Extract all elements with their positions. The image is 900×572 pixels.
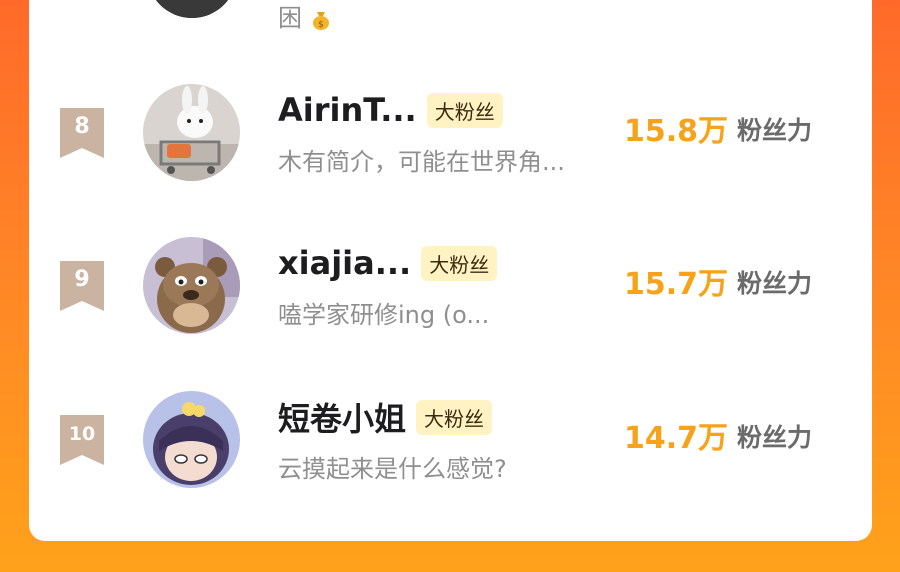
fan-level-tag: 大粉丝 xyxy=(421,245,498,281)
avatar[interactable] xyxy=(143,237,240,334)
name-line: AirinT... 大粉丝 xyxy=(278,90,503,130)
fan-level-tag: 大粉丝 xyxy=(416,399,493,435)
dark-avatar-icon xyxy=(147,0,237,18)
rank-number: 9 xyxy=(74,267,90,292)
rank-badge: 10 xyxy=(60,415,104,465)
ranking-row-8[interactable]: 8 AirinT... 大粉丝 木有简介，可能在世界角... 15.8万 粉丝力 xyxy=(29,78,872,188)
user-bio: 木有简介，可能在世界角... xyxy=(278,148,565,176)
previous-bio: 困 $ xyxy=(278,0,332,33)
user-bio: 云摸起来是什么感觉? xyxy=(278,455,507,483)
rank-number: 8 xyxy=(74,114,90,139)
user-name[interactable]: xiajia... xyxy=(278,244,411,282)
name-line: 短卷小姐 大粉丝 xyxy=(278,394,493,440)
user-bio: 嗑学家研修ing (o... xyxy=(278,301,490,329)
name-line: xiajia... 大粉丝 xyxy=(278,243,498,283)
fan-ranking-card: 困 $ 8 AirinT... 大粉丝 木有简介，可能在世界角... 15.8万… xyxy=(29,0,872,541)
money-bag-emoji-icon: $ xyxy=(310,8,332,30)
fan-count: 15.7万 xyxy=(624,267,729,302)
anime-girl-avatar-icon xyxy=(143,391,240,488)
fan-count-label: 粉丝力 xyxy=(737,269,813,298)
avatar-previous[interactable] xyxy=(147,0,237,18)
rank-badge: 8 xyxy=(60,108,104,158)
fan-count-label: 粉丝力 xyxy=(737,423,813,452)
rank-number: 10 xyxy=(68,423,96,445)
user-name[interactable]: AirinT... xyxy=(278,91,417,129)
fan-level-tag: 大粉丝 xyxy=(426,92,503,128)
cartoon-bear-avatar-icon xyxy=(143,237,240,334)
avatar[interactable] xyxy=(143,84,240,181)
svg-text:$: $ xyxy=(318,20,324,30)
ranking-row-10[interactable]: 10 短卷小姐 大粉丝 云摸起来是什么感觉? 14.7万 粉丝力 xyxy=(29,385,872,495)
fan-count-label: 粉丝力 xyxy=(737,116,813,145)
rank-badge: 9 xyxy=(60,261,104,311)
avatar[interactable] xyxy=(143,391,240,488)
rabbit-avatar-icon xyxy=(143,84,240,181)
ranking-row-9[interactable]: 9 xiajia... 大粉丝 嗑学家研修ing (o... 15.7万 粉丝力 xyxy=(29,231,872,341)
fan-count: 15.8万 xyxy=(624,114,729,149)
fan-count: 14.7万 xyxy=(624,421,729,456)
user-name[interactable]: 短卷小姐 xyxy=(278,394,406,440)
